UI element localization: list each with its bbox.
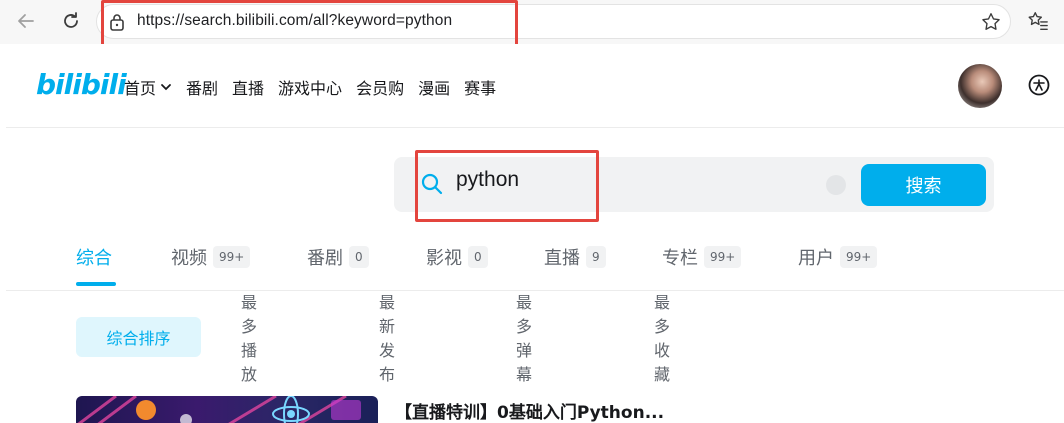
main-nav: 首页 番剧 直播 游戏中心 会员购 漫画 赛事: [124, 75, 496, 99]
search-button[interactable]: 搜索: [861, 164, 986, 206]
search-highlight-box: [415, 150, 599, 222]
tab-article[interactable]: 专栏 99+: [662, 242, 742, 272]
tab-all[interactable]: 综合: [76, 242, 112, 272]
avatar[interactable]: [958, 64, 1002, 108]
sort-comprehensive[interactable]: 综合排序: [76, 317, 201, 357]
nav-item-label: 赛事: [464, 79, 497, 98]
nav-item-bangumi[interactable]: 番剧: [186, 75, 218, 99]
tab-label: 影视: [426, 248, 462, 269]
tab-label: 综合: [76, 248, 112, 269]
nav-item-esports[interactable]: 赛事: [464, 75, 496, 99]
sort-most-played[interactable]: 最多播放: [241, 293, 257, 384]
sort-most-favorited[interactable]: 最多收藏: [654, 293, 670, 384]
tab-user[interactable]: 用户 99+: [798, 242, 878, 272]
tab-label: 视频: [171, 248, 207, 269]
result-thumbnail[interactable]: [76, 396, 378, 423]
nav-item-game-center[interactable]: 游戏中心: [278, 75, 342, 99]
nav-item-label: 会员购: [356, 79, 405, 98]
reload-icon[interactable]: [57, 7, 85, 35]
nav-item-manga[interactable]: 漫画: [418, 75, 450, 99]
active-tab-indicator: [76, 282, 116, 286]
tab-bangumi[interactable]: 番剧 0: [307, 242, 369, 272]
sort-most-danmaku[interactable]: 最多弹幕: [516, 293, 532, 384]
tab-count-badge: 99+: [213, 246, 251, 268]
accessibility-icon[interactable]: [1028, 74, 1050, 96]
nav-item-label: 漫画: [418, 79, 451, 98]
tab-film[interactable]: 影视 0: [426, 242, 488, 272]
clear-icon[interactable]: [826, 175, 846, 195]
tab-count-badge: 0: [349, 246, 369, 268]
tabs-divider: [6, 290, 1064, 291]
nav-item-label: 首页: [124, 79, 157, 98]
tab-count-badge: 9: [586, 246, 606, 268]
tab-label: 直播: [544, 248, 580, 269]
back-icon[interactable]: [12, 7, 40, 35]
favorites-icon[interactable]: [1024, 7, 1052, 35]
site-header: bilibili 首页 番剧 直播 游戏中心 会员购 漫画 赛事: [6, 44, 1064, 128]
tab-count-badge: 99+: [704, 246, 742, 268]
page: bilibili 首页 番剧 直播 游戏中心 会员购 漫画 赛事 搜索 综合: [6, 44, 1064, 423]
result-title[interactable]: 【直播特训】0基础入门Python...: [395, 398, 664, 423]
tab-live[interactable]: 直播 9: [544, 242, 606, 272]
tab-count-badge: 0: [468, 246, 488, 268]
chevron-down-icon: [161, 84, 171, 91]
nav-item-mall[interactable]: 会员购: [356, 75, 404, 99]
bilibili-logo[interactable]: bilibili: [36, 68, 127, 101]
nav-item-label: 番剧: [186, 79, 219, 98]
star-icon[interactable]: [980, 11, 1002, 37]
tab-label: 专栏: [662, 248, 698, 269]
tab-label: 用户: [798, 248, 834, 269]
nav-item-live[interactable]: 直播: [232, 75, 264, 99]
search-tabs: 综合 视频 99+ 番剧 0 影视 0 直播 9 专栏 99+ 用户 99+: [76, 242, 1064, 292]
nav-item-label: 直播: [232, 79, 265, 98]
tab-video[interactable]: 视频 99+: [171, 242, 251, 272]
nav-item-label: 游戏中心: [278, 79, 343, 98]
tab-count-badge: 99+: [840, 246, 878, 268]
thumbnail-art: [77, 396, 361, 423]
sort-newest[interactable]: 最新发布: [379, 293, 395, 384]
nav-item-home[interactable]: 首页: [124, 75, 172, 99]
tab-label: 番剧: [307, 248, 343, 269]
